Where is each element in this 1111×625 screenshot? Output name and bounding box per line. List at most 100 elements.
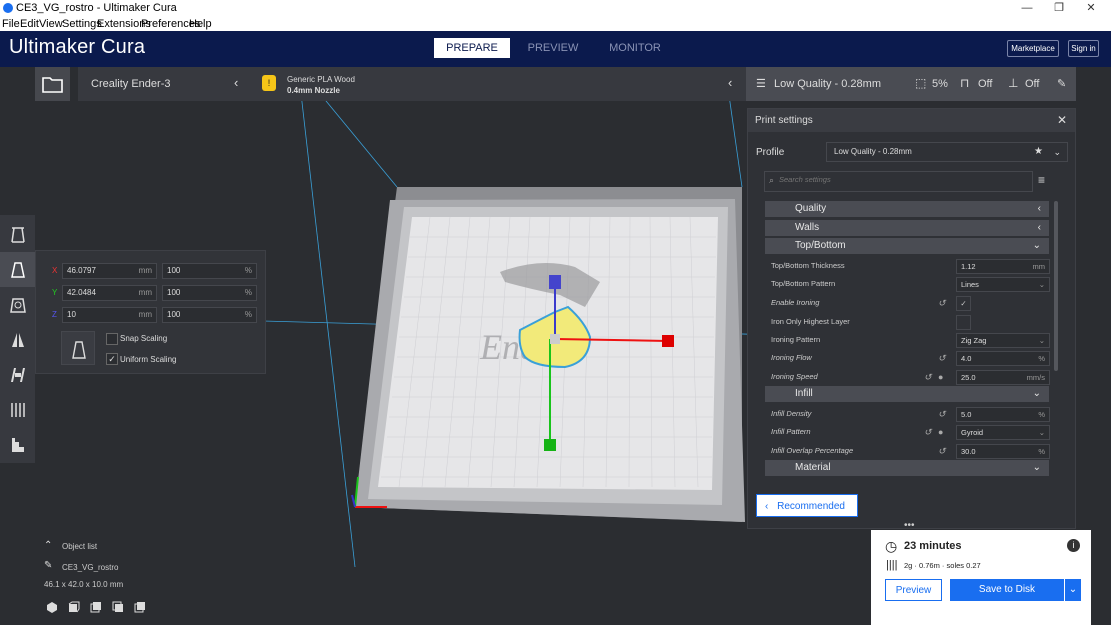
setting-enable-ironing: Enable Ironing ↺ ✓	[771, 294, 1051, 312]
object-dimensions: 46.1 x 42.0 x 10.0 mm	[44, 580, 124, 589]
ironing-flow-input[interactable]: 4.0%	[956, 351, 1050, 366]
edit-pencil-icon: ✎	[1057, 78, 1067, 90]
scale-z-pct-field[interactable]: 100%	[162, 307, 257, 323]
drag-handle-icon[interactable]: •••	[904, 520, 915, 531]
profile-summary: Low Quality - 0.28mm	[774, 78, 881, 90]
reset-icon[interactable]: ↺	[938, 405, 946, 423]
menu-help[interactable]: Help	[189, 18, 212, 30]
reset-icon[interactable]: ↺	[924, 368, 932, 386]
object-list-header[interactable]: Object list	[62, 542, 97, 551]
save-to-disk-button[interactable]: Save to Disk	[950, 579, 1064, 601]
warning-icon: !	[262, 75, 276, 91]
recommended-button[interactable]: ‹ Recommended	[756, 494, 858, 517]
scale-x-mm-value: 46.0797	[67, 266, 96, 275]
scale-y-pct-field[interactable]: 100%	[162, 285, 257, 301]
infill-density-input[interactable]: 5.0%	[956, 407, 1050, 422]
reset-icon[interactable]: ↺	[938, 442, 946, 460]
ironing-pattern-dropdown[interactable]: Zig Zag ⌄	[956, 333, 1050, 348]
tab-monitor[interactable]: MONITOR	[597, 38, 673, 58]
category-material[interactable]: Material ⌄	[765, 460, 1049, 476]
category-topbottom[interactable]: Top/Bottom ⌄	[765, 238, 1049, 254]
snap-scaling-checkbox[interactable]	[106, 333, 118, 345]
scale-z-pct-value: 100	[167, 310, 181, 319]
move-tool-button[interactable]	[0, 217, 35, 252]
minimize-icon[interactable]: —	[1012, 0, 1042, 17]
menu-settings[interactable]: Settings	[62, 18, 102, 30]
y-axis-handle[interactable]	[544, 439, 556, 451]
support-icon: ⊓	[960, 76, 970, 90]
nozzle-name: 0.4mm Nozzle	[287, 86, 340, 95]
view-right-button[interactable]	[133, 600, 147, 614]
scale-y-mm-field[interactable]: 42.0484 mm	[62, 285, 157, 301]
tab-prepare[interactable]: PREPARE	[434, 38, 510, 58]
view-left-button[interactable]	[111, 600, 125, 614]
scale-tool-button[interactable]	[0, 252, 35, 287]
scale-z-mm-value: 10	[67, 310, 76, 319]
support-blocker-button[interactable]	[0, 392, 35, 427]
uniform-scaling-checkbox[interactable]: ✓	[106, 353, 118, 365]
reset-icon[interactable]: ↺	[924, 423, 932, 441]
reset-scale-icon	[72, 341, 86, 359]
save-options-dropdown[interactable]: ⌄	[1065, 579, 1081, 601]
chevron-down-icon: ⌄	[1038, 280, 1045, 289]
scale-z-mm-field[interactable]: 10 mm	[62, 307, 157, 323]
tb-pattern-dropdown[interactable]: Lines ⌄	[956, 277, 1050, 292]
tb-thickness-input[interactable]: 1.12 mm	[956, 259, 1050, 274]
view-front-button[interactable]	[67, 600, 81, 614]
view-top-button[interactable]	[89, 600, 103, 614]
object-name[interactable]: CE3_VG_rostro	[62, 563, 118, 572]
iron-only-checkbox[interactable]	[956, 315, 971, 330]
star-icon[interactable]: ★	[1034, 143, 1043, 161]
setting-label: Infill Pattern	[771, 427, 811, 436]
chevron-up-icon[interactable]: ⌃	[44, 540, 52, 551]
category-walls[interactable]: Walls ‹	[765, 220, 1049, 236]
x-axis-handle[interactable]	[662, 335, 674, 347]
menu-view[interactable]: View	[39, 18, 63, 30]
lay-flat-button[interactable]	[0, 427, 35, 462]
enable-ironing-checkbox[interactable]: ✓	[956, 296, 971, 311]
infill-overlap-input[interactable]: 30.0%	[956, 444, 1050, 459]
setting-unit: mm/s	[1026, 373, 1045, 382]
view-3d-button[interactable]	[45, 600, 59, 614]
preview-button[interactable]: Preview	[885, 579, 942, 601]
profile-dropdown[interactable]: Low Quality - 0.28mm ★ ⌄	[826, 142, 1068, 162]
scale-x-mm-field[interactable]: 46.0797 mm	[62, 263, 157, 279]
ironing-speed-input[interactable]: 25.0 mm/s	[956, 370, 1050, 385]
infill-pattern-dropdown[interactable]: Gyroid ⌄	[956, 425, 1050, 440]
folder-icon	[42, 77, 63, 93]
reset-icon[interactable]: ↺	[938, 294, 946, 312]
unit-pct: %	[244, 310, 252, 319]
printer-selector[interactable]: Creality Ender-3 ‹	[78, 67, 254, 101]
category-infill[interactable]: Infill ⌄	[765, 386, 1049, 402]
settings-search-field[interactable]: ⌕	[764, 171, 1033, 192]
open-file-button[interactable]	[35, 67, 70, 101]
setting-label: Ironing Pattern	[771, 335, 821, 344]
maximize-icon[interactable]: ❐	[1044, 0, 1074, 17]
info-icon[interactable]: i	[1067, 539, 1080, 552]
sign-in-button[interactable]: Sign in	[1068, 40, 1099, 57]
category-quality[interactable]: Quality ‹	[765, 201, 1049, 217]
z-axis-handle[interactable]	[549, 275, 561, 289]
menu-file[interactable]: File	[2, 18, 20, 30]
pencil-icon[interactable]: ✎	[44, 560, 52, 571]
per-model-settings-button[interactable]	[0, 357, 35, 392]
center-handle[interactable]	[550, 334, 560, 344]
support-summary: Off	[978, 78, 993, 90]
material-selector[interactable]: ! Generic PLA Wood 0.4mm Nozzle ‹	[254, 67, 746, 101]
search-input[interactable]	[779, 175, 1019, 184]
menu-edit[interactable]: Edit	[20, 18, 39, 30]
settings-scrollbar[interactable]	[1054, 201, 1058, 371]
close-icon[interactable]: ✕	[1057, 109, 1067, 132]
setting-value: 30.0	[961, 447, 976, 456]
menu-icon[interactable]: ≡	[1038, 173, 1045, 187]
tab-preview[interactable]: PREVIEW	[515, 38, 591, 58]
material-name: Generic PLA Wood	[287, 75, 355, 84]
reset-scale-button[interactable]	[61, 331, 95, 365]
mirror-tool-button[interactable]	[0, 322, 35, 357]
marketplace-button[interactable]: Marketplace	[1007, 40, 1059, 57]
close-window-icon[interactable]: ✕	[1076, 0, 1106, 17]
print-settings-bar[interactable]: ☰ Low Quality - 0.28mm ⬚ 5% ⊓ Off ⊥ Off …	[746, 67, 1076, 101]
reset-icon[interactable]: ↺	[938, 349, 946, 367]
scale-x-pct-field[interactable]: 100%	[162, 263, 257, 279]
rotate-tool-button[interactable]	[0, 287, 35, 322]
